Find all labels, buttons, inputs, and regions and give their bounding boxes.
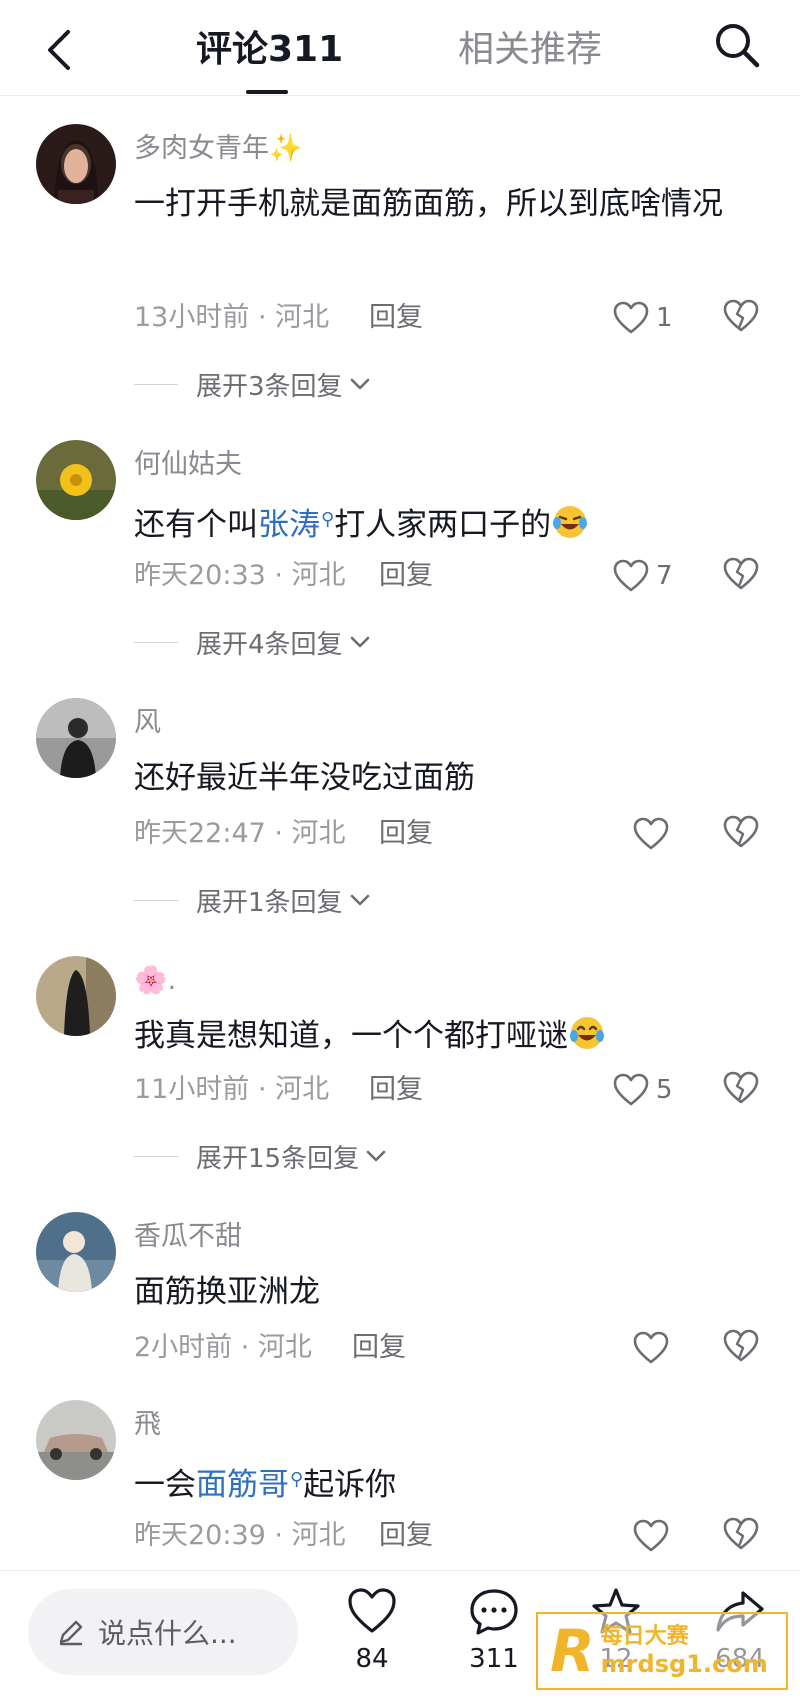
reply-button[interactable]: 回复 (369, 300, 423, 336)
chevron-down-icon (350, 894, 369, 906)
comment-time-location: 11小时前 · 河北 (134, 1074, 330, 1105)
reply-button[interactable]: 回复 (379, 1518, 433, 1554)
comment-text: 还好最近半年没吃过面筋 (134, 760, 475, 796)
back-arrow-icon[interactable] (40, 24, 80, 76)
mention-link[interactable]: 张涛⚲ (258, 507, 334, 543)
tab-comments[interactable]: 评论311 (196, 26, 343, 74)
like-button[interactable]: 5 (612, 1070, 673, 1110)
broken-heart-icon (723, 1329, 759, 1362)
chevron-down-icon (366, 1150, 386, 1162)
comment-text: 一打开手机就是面筋面筋，所以到底啥情况 (134, 186, 723, 222)
watermark-logo-letter: R (550, 1617, 595, 1685)
active-tab-indicator (246, 90, 288, 94)
like-button[interactable] (632, 1328, 670, 1368)
comment-text: 还有个叫张涛⚲打人家两口子的 (134, 492, 754, 553)
like-count: 84 (355, 1644, 389, 1674)
comment-time-location: 昨天22:47 · 河北 (134, 818, 346, 849)
watermark-url: mrdsg1.com (600, 1650, 768, 1678)
reply-button[interactable]: 回复 (379, 816, 433, 852)
like-button[interactable] (632, 814, 670, 854)
like-count: 1 (656, 303, 673, 333)
pencil-icon (59, 1620, 83, 1646)
divider-line (134, 641, 178, 643)
mention-link[interactable]: 面筋哥⚲ (196, 1467, 303, 1503)
laughing-crying-emoji-icon (553, 506, 588, 538)
heart-icon (613, 1073, 649, 1106)
comment-username[interactable]: 何仙姑夫 (134, 447, 242, 483)
comment-username[interactable]: 风 (134, 705, 161, 741)
like-button[interactable]: 1 (612, 298, 673, 338)
tears-of-joy-emoji-icon (570, 1017, 604, 1049)
comment-time-location: 13小时前 · 河北 (134, 302, 330, 333)
comment-username[interactable]: 多肉女青年✨ (134, 131, 303, 167)
like-count: 5 (656, 1075, 673, 1105)
avatar[interactable] (36, 124, 116, 204)
heart-icon (633, 1331, 669, 1364)
dislike-button[interactable] (722, 1516, 760, 1556)
search-icon: ⚲ (321, 509, 335, 530)
comment-count: 311 (469, 1644, 519, 1674)
broken-heart-icon (723, 299, 759, 332)
divider-line (134, 1155, 178, 1157)
heart-icon (633, 817, 669, 850)
heart-icon (613, 301, 649, 334)
watermark: R 每日大赛 mrdsg1.com (536, 1612, 788, 1690)
avatar[interactable] (36, 956, 116, 1036)
heart-icon (613, 559, 649, 592)
watermark-title: 每日大赛 (600, 1624, 689, 1649)
like-button[interactable] (632, 1516, 670, 1556)
comment-text: 我真是想知道，一个个都打哑谜 (134, 1008, 754, 1064)
comment-text: 面筋换亚洲龙 (134, 1274, 320, 1310)
comment-time-location: 2小时前 · 河北 (134, 1332, 312, 1363)
comment-username[interactable]: 飛 (134, 1407, 161, 1443)
comment-bubble-icon (470, 1589, 518, 1635)
avatar[interactable] (36, 698, 116, 778)
dislike-button[interactable] (722, 1070, 760, 1110)
comment-input-placeholder: 说点什么... (98, 1617, 237, 1650)
avatar[interactable] (36, 440, 116, 520)
expand-replies-button[interactable]: 展开15条回复 (134, 1138, 387, 1174)
heart-icon (348, 1588, 396, 1633)
dislike-button[interactable] (722, 1328, 760, 1368)
top-bar: 评论311 相关推荐 (0, 0, 800, 96)
dislike-button[interactable] (722, 814, 760, 854)
comment-username[interactable]: 香瓜不甜 (134, 1219, 242, 1255)
comment-input[interactable]: 说点什么... (28, 1589, 298, 1675)
dislike-button[interactable] (722, 556, 760, 596)
chevron-down-icon (350, 636, 369, 648)
avatar[interactable] (36, 1212, 116, 1292)
divider-line (134, 383, 178, 385)
broken-heart-icon (723, 1071, 759, 1104)
reply-button[interactable]: 回复 (379, 558, 433, 594)
expand-replies-button[interactable]: 展开3条回复 (134, 366, 371, 402)
comment-time-location: 昨天20:33 · 河北 (134, 560, 346, 591)
comment-time-location: 昨天20:39 · 河北 (134, 1520, 346, 1551)
expand-replies-button[interactable]: 展开4条回复 (134, 624, 371, 660)
comment-text: 一会面筋哥⚲起诉你 (134, 1467, 397, 1503)
reply-button[interactable]: 回复 (369, 1072, 423, 1108)
like-video-button[interactable]: 84 (332, 1585, 412, 1677)
comments-button[interactable]: 311 (454, 1585, 534, 1677)
chevron-down-icon (350, 378, 369, 390)
sparkle-icon: ✨ (269, 133, 303, 164)
comment-username[interactable]: 🌸. (134, 963, 176, 999)
search-icon[interactable] (712, 20, 762, 70)
reply-button[interactable]: 回复 (352, 1330, 406, 1366)
search-icon: ⚲ (290, 1469, 304, 1490)
avatar[interactable] (36, 1400, 116, 1480)
heart-icon (633, 1519, 669, 1552)
broken-heart-icon (723, 815, 759, 848)
dislike-button[interactable] (722, 298, 760, 338)
tab-related[interactable]: 相关推荐 (458, 26, 602, 74)
expand-replies-button[interactable]: 展开1条回复 (134, 882, 371, 918)
like-count: 7 (656, 561, 673, 591)
like-button[interactable]: 7 (612, 556, 673, 596)
divider-line (134, 899, 178, 901)
broken-heart-icon (723, 1517, 759, 1550)
broken-heart-icon (723, 557, 759, 590)
